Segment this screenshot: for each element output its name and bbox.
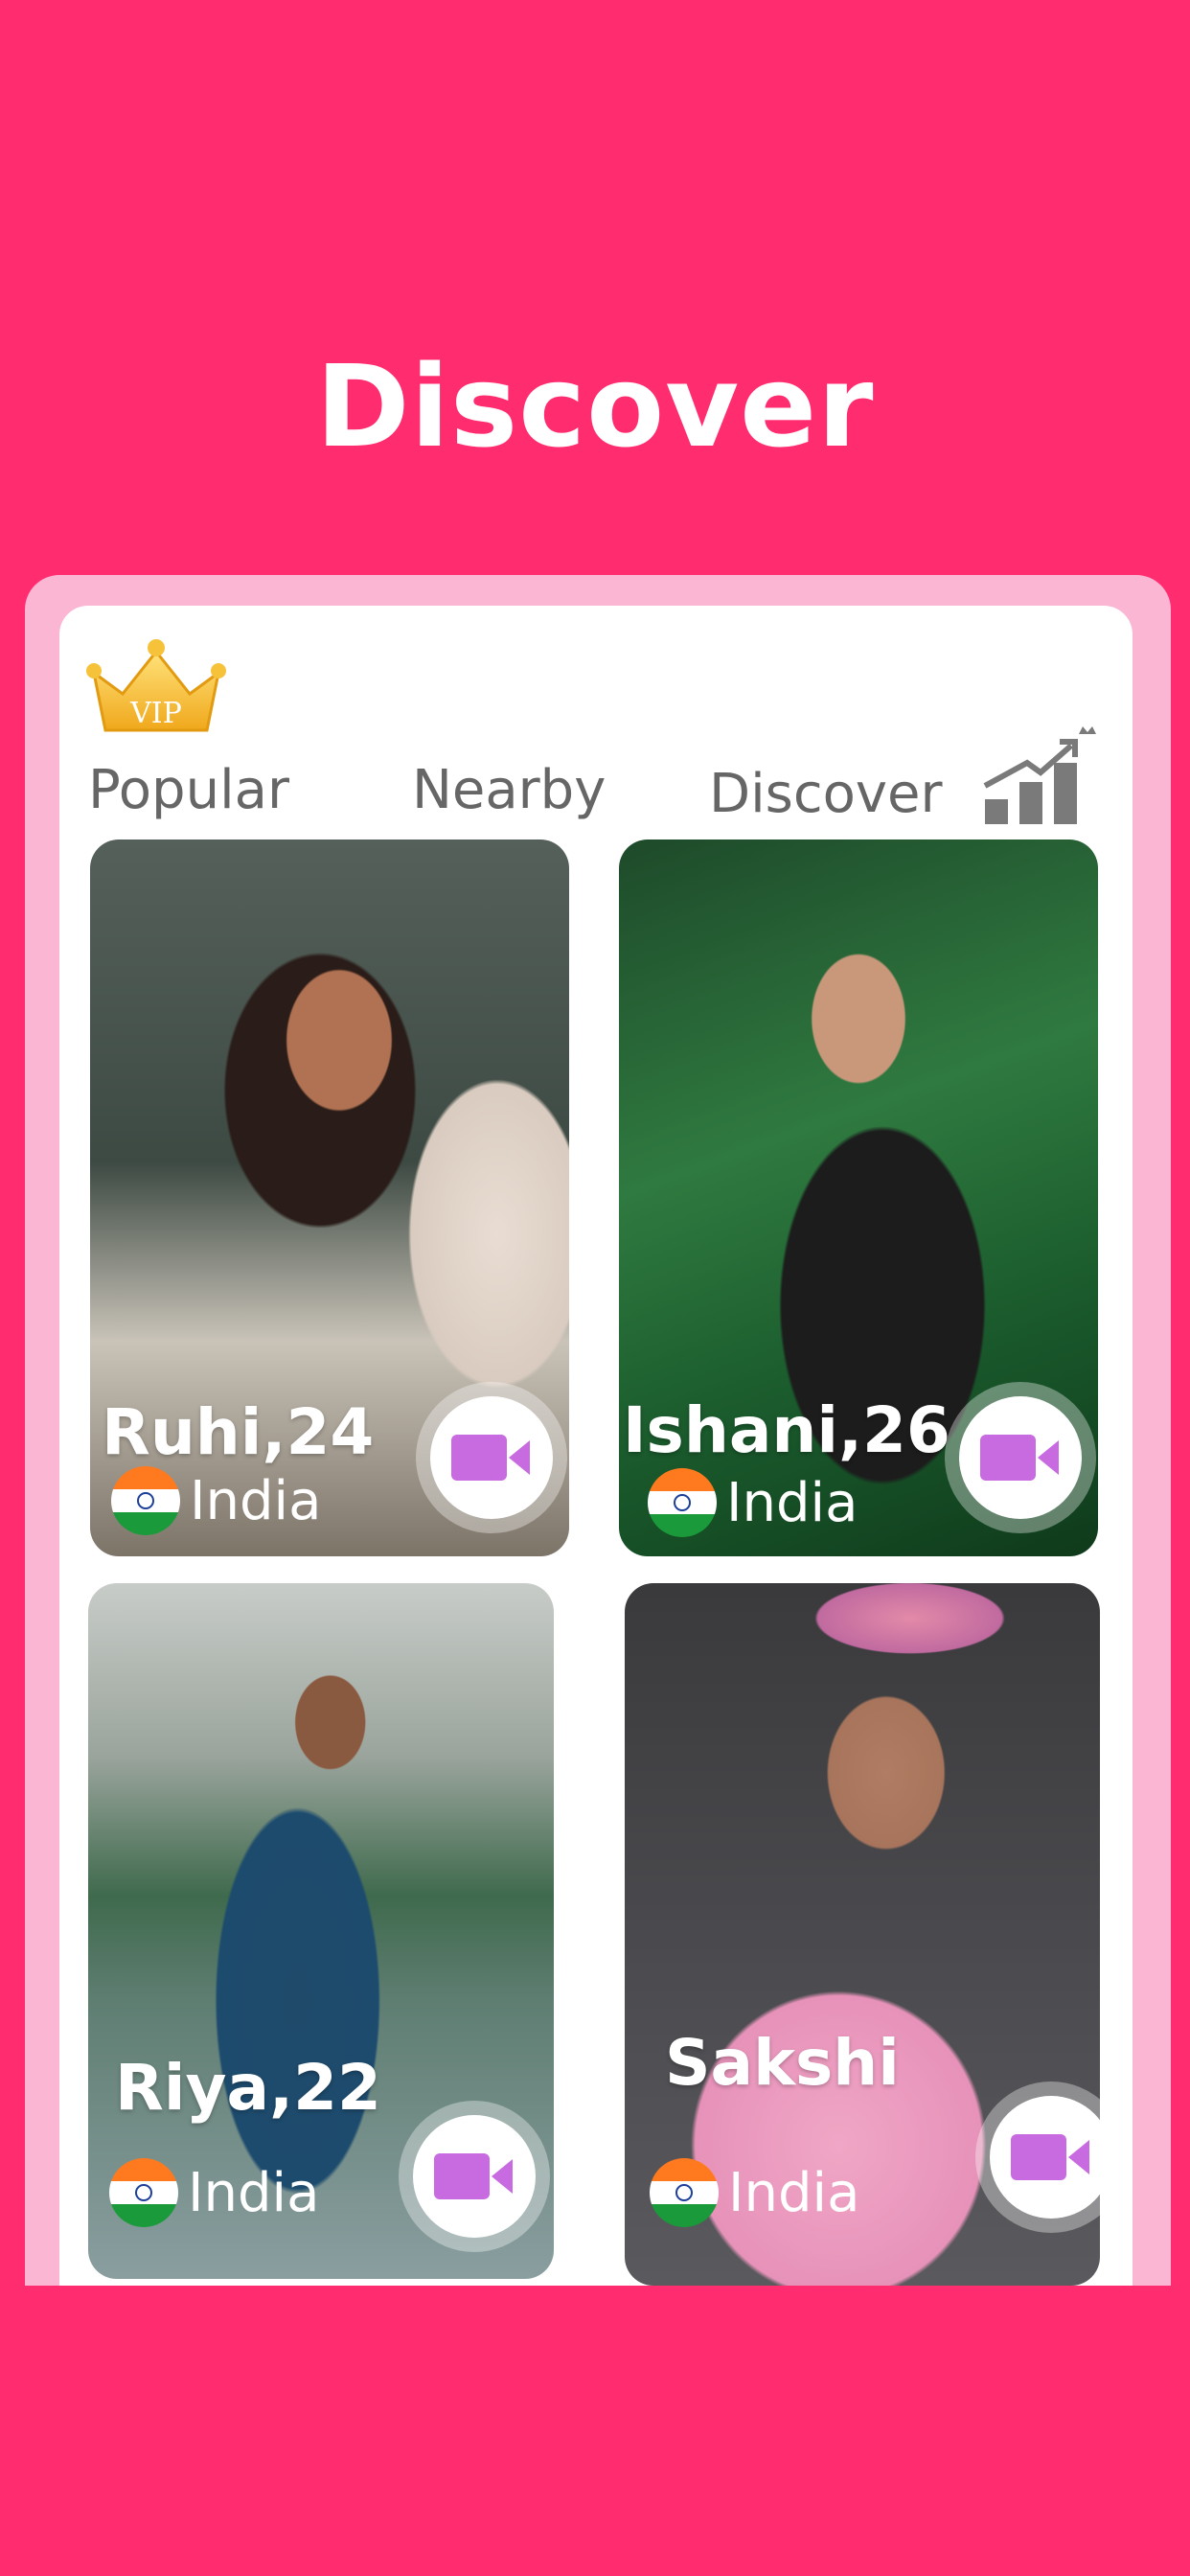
video-call-button[interactable] <box>399 2101 550 2252</box>
video-camera-icon <box>980 1435 1059 1481</box>
video-camera-icon <box>1011 2134 1089 2180</box>
country-label: India <box>728 2161 860 2224</box>
tab-nearby[interactable]: Nearby <box>412 759 606 821</box>
tab-bar: Popular Nearby Discover <box>59 759 1133 826</box>
video-camera-icon <box>451 1435 530 1481</box>
profile-card[interactable]: Ruhi,24 India <box>90 840 569 1556</box>
video-call-button[interactable] <box>416 1382 567 1533</box>
vip-label: VIP <box>129 697 182 730</box>
page-title: Discover <box>315 340 875 472</box>
video-camera-icon <box>434 2153 513 2199</box>
profile-country: India <box>648 1468 858 1537</box>
profile-country: India <box>109 2158 319 2227</box>
vip-crown-icon[interactable]: VIP <box>84 634 228 740</box>
profile-card[interactable]: Ishani,26 India <box>619 840 1098 1556</box>
profile-name: Ishani,26 <box>623 1393 950 1467</box>
india-flag-icon <box>648 1468 717 1537</box>
country-label: India <box>190 1469 322 1532</box>
profile-card[interactable]: Riya,22 India <box>88 1583 554 2279</box>
profile-card[interactable]: Sakshi India <box>625 1583 1100 2286</box>
profile-name: Sakshi <box>665 2026 900 2100</box>
ranking-chart-icon[interactable] <box>979 723 1102 828</box>
india-flag-icon <box>650 2158 719 2227</box>
profile-name: Riya,22 <box>115 2051 381 2125</box>
country-label: India <box>726 1471 858 1534</box>
country-label: India <box>188 2161 320 2224</box>
profile-name: Ruhi,24 <box>102 1395 375 1469</box>
profile-country: India <box>650 2158 859 2227</box>
india-flag-icon <box>109 2158 178 2227</box>
india-flag-icon <box>111 1466 180 1535</box>
app-screen: VIP Popular Nearby Discover Ruhi,24 Indi… <box>59 606 1133 2286</box>
tab-popular[interactable]: Popular <box>88 759 289 821</box>
tab-discover[interactable]: Discover <box>709 763 943 825</box>
profile-country: India <box>111 1466 321 1535</box>
video-call-button[interactable] <box>945 1382 1096 1533</box>
